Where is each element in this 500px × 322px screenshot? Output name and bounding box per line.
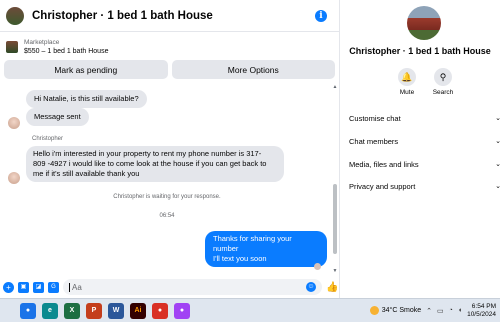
message-scrollbar[interactable]: ▲ ▼ <box>332 84 338 274</box>
chevron-down-icon: ⌄ <box>495 161 500 168</box>
weather-widget[interactable]: 34°C Smoke <box>369 306 422 315</box>
menu-label: Chat members <box>349 136 399 146</box>
text-cursor <box>69 282 70 292</box>
message-bubble-incoming: Hi Natalie, is this still available? <box>26 90 147 108</box>
chrome-profile-icon[interactable]: ● <box>152 302 168 319</box>
menu-label: Customise chat <box>349 113 401 123</box>
marketplace-label: Marketplace <box>24 38 60 46</box>
bell-icon: 🔔 <box>398 68 416 86</box>
excel-icon[interactable]: X <box>64 302 80 319</box>
mute-button[interactable]: 🔔 Mute <box>392 68 422 96</box>
more-options-button[interactable]: More Options <box>171 60 335 79</box>
clock-date: 10/5/2024 <box>467 310 496 318</box>
message-input-placeholder: Aa <box>72 282 82 292</box>
chat-title[interactable]: Christopher · 1 bed 1 bath House <box>32 10 315 22</box>
system-tray: 34°C Smoke ⌃ ▭ ◔ ◖ 6:54 PM 10/5/2024 <box>369 299 496 322</box>
message-line: 809 -4927 i would like to come look at t… <box>33 159 267 168</box>
mute-label: Mute <box>399 89 415 96</box>
like-icon[interactable]: 👍 <box>326 282 338 293</box>
search-label: Search <box>432 89 454 96</box>
message-input[interactable]: Aa ☺ <box>63 279 322 295</box>
message-bubble-incoming: Hello i'm interested in your property to… <box>26 146 284 182</box>
chrome-icon[interactable]: ● <box>20 302 36 319</box>
avatar <box>8 117 20 129</box>
chat-avatar[interactable] <box>6 6 24 25</box>
chrome-profile-icon[interactable]: ● <box>174 302 190 319</box>
menu-privacy-support[interactable]: Privacy and support ⌄ <box>349 178 500 194</box>
info-icon[interactable]: i <box>315 9 327 22</box>
windows-taskbar: ● e X P W Ai ● ● 34°C Smoke ⌃ ▭ ◔ ◖ 6:54… <box>0 298 500 322</box>
listing-title: $550 – 1 bed 1 bath House <box>24 47 109 55</box>
messenger-app: Christopher · 1 bed 1 bath House i Marke… <box>0 0 500 298</box>
menu-media-files-links[interactable]: Media, files and links ⌄ <box>349 156 500 172</box>
menu-customise-chat[interactable]: Customise chat ⌄ <box>349 110 500 126</box>
chat-details-panel: Christopher · 1 bed 1 bath House 🔔 Mute … <box>340 0 500 298</box>
word-icon[interactable]: W <box>108 302 124 319</box>
powerpoint-icon[interactable]: P <box>86 302 102 319</box>
search-button[interactable]: ⚲ Search <box>428 68 458 96</box>
avatar <box>8 172 20 184</box>
marketplace-listing[interactable]: Marketplace $550 – 1 bed 1 bath House <box>0 36 339 58</box>
profile-name: Christopher · 1 bed 1 bath House <box>349 46 491 56</box>
weather-icon <box>369 306 379 315</box>
illustrator-icon[interactable]: Ai <box>130 302 146 319</box>
menu-chat-members[interactable]: Chat members ⌄ <box>349 133 500 149</box>
message-bubble-incoming: Message sent <box>26 108 89 126</box>
chevron-up-icon[interactable]: ⌃ <box>426 307 432 315</box>
emoji-icon[interactable]: ☺ <box>306 282 316 292</box>
scroll-up-arrow-icon[interactable]: ▲ <box>332 84 338 90</box>
search-icon: ⚲ <box>434 68 452 86</box>
edge-icon[interactable]: e <box>42 302 58 319</box>
message-list: Hi Natalie, is this still available? Mes… <box>0 84 334 274</box>
listing-actions: Mark as pending More Options <box>0 58 339 81</box>
clock[interactable]: 6:54 PM 10/5/2024 <box>467 303 496 319</box>
mark-as-pending-button[interactable]: Mark as pending <box>4 60 168 79</box>
sticker-icon[interactable]: ◪ <box>33 281 44 293</box>
profile-photo[interactable] <box>407 6 441 40</box>
menu-label: Privacy and support <box>349 181 416 191</box>
message-line: Thanks for sharing your number <box>213 234 292 253</box>
scroll-thumb[interactable] <box>333 184 337 254</box>
network-icon[interactable]: ▭ <box>437 307 444 315</box>
seen-avatar <box>314 263 321 270</box>
message-timestamp: 06:54 <box>159 213 175 219</box>
gif-icon[interactable]: G <box>48 281 59 293</box>
message-line: Hello i'm interested in your property to… <box>33 149 262 158</box>
weather-text: 34°C Smoke <box>381 307 422 314</box>
sender-name: Christopher <box>32 136 64 142</box>
plus-icon[interactable]: + <box>3 281 14 293</box>
message-bubble-outgoing: Thanks for sharing your number I'll text… <box>205 231 327 267</box>
chevron-down-icon: ⌄ <box>495 138 500 145</box>
composer: + ▣ ◪ G Aa ☺ 👍 <box>0 276 340 298</box>
image-icon[interactable]: ▣ <box>18 281 29 293</box>
wifi-icon[interactable]: ◔ <box>449 307 453 314</box>
chevron-down-icon: ⌄ <box>495 115 500 122</box>
message-line: me if it's still available thank you <box>33 169 140 178</box>
clock-time: 6:54 PM <box>471 302 496 310</box>
waiting-notice: Christopher is waiting for your response… <box>113 194 221 200</box>
volume-icon[interactable]: ◖ <box>458 307 462 314</box>
scroll-down-arrow-icon[interactable]: ▼ <box>332 268 338 274</box>
listing-thumbnail <box>6 41 18 53</box>
menu-label: Media, files and links <box>349 159 419 169</box>
chevron-down-icon: ⌄ <box>495 183 500 190</box>
message-line: I'll text you soon <box>213 254 267 263</box>
chat-header: Christopher · 1 bed 1 bath House i <box>0 0 339 32</box>
